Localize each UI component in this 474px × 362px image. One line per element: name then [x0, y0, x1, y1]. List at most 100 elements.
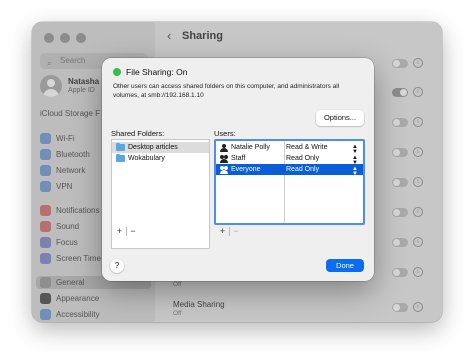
help-button[interactable]: ?	[110, 259, 124, 273]
sidebar-item-sound[interactable]: Sound	[40, 220, 79, 233]
toggle-row-2[interactable]	[392, 88, 408, 97]
media-sharing-label: Media Sharing	[173, 300, 225, 309]
info-icon[interactable]: i	[413, 237, 423, 247]
network-icon	[40, 165, 51, 176]
toggle-row-3[interactable]	[392, 118, 408, 127]
sidebar-item-wifi[interactable]: Wi-Fi	[40, 132, 75, 145]
gear-icon	[40, 277, 51, 288]
sidebar-item-label: Accessibility	[56, 310, 100, 319]
folders-add-remove: + −	[113, 225, 140, 237]
bluetooth-icon	[40, 149, 51, 160]
sheet-title: File Sharing: On	[126, 67, 188, 77]
users-label: Users:	[214, 129, 236, 138]
status-on-indicator	[113, 68, 121, 76]
sidebar-item-label: Bluetooth	[56, 150, 90, 159]
toggle-row-7[interactable]	[392, 238, 408, 247]
appearance-icon	[40, 293, 51, 304]
list-item[interactable]: Desktop articles	[112, 142, 209, 153]
minimize-window-button[interactable]	[60, 33, 70, 43]
file-sharing-sheet: File Sharing: On Other users can access …	[102, 58, 374, 281]
icloud-storage-label: iCloud Storage F	[40, 109, 101, 118]
folder-icon	[116, 153, 125, 162]
toggle-row-5[interactable]	[392, 178, 408, 187]
sidebar-item-network[interactable]: Network	[40, 164, 85, 177]
sidebar-item-notifications[interactable]: Notifications	[40, 204, 100, 217]
remove-user-button[interactable]: −	[230, 226, 243, 236]
table-row[interactable]: Staff Read Only ▲ ▼	[216, 153, 363, 166]
users-table[interactable]: Natalie Polly Read & Write ▲ ▼ Staff Read…	[214, 139, 365, 225]
permission-popup[interactable]: Read Only ▲ ▼	[282, 155, 363, 166]
row-status: Off	[173, 281, 182, 288]
info-icon[interactable]: i	[413, 147, 423, 157]
permission-value: Read Only	[286, 166, 320, 173]
folder-name: Desktop articles	[128, 144, 178, 151]
remove-folder-button[interactable]: −	[127, 226, 140, 236]
permission-value: Read & Write	[286, 144, 328, 151]
toggle-row-6[interactable]	[392, 208, 408, 217]
close-window-button[interactable]	[44, 33, 54, 43]
sidebar-item-appearance[interactable]: Appearance	[40, 292, 99, 305]
info-icon[interactable]: i	[413, 58, 423, 68]
sidebar-item-label: Network	[56, 166, 86, 175]
search-icon: ⌕	[47, 59, 52, 68]
sidebar-item-vpn[interactable]: VPN	[40, 180, 72, 193]
up-down-chevron-icon: ▲ ▼	[352, 166, 358, 177]
sidebar-item-label: Screen Time	[56, 254, 101, 263]
toggle-row-1[interactable]	[392, 59, 408, 68]
users-add-remove: + −	[216, 225, 243, 237]
info-icon[interactable]: i	[413, 117, 423, 127]
folder-icon	[116, 142, 125, 151]
back-chevron-icon[interactable]: ‹	[167, 28, 171, 43]
sidebar-item-label: General	[56, 278, 85, 287]
sidebar-item-bluetooth[interactable]: Bluetooth	[40, 148, 90, 161]
user-name: Natalie Polly	[231, 144, 270, 151]
add-user-button[interactable]: +	[216, 226, 229, 236]
sidebar-item-focus[interactable]: Focus	[40, 236, 78, 249]
accessibility-icon	[40, 309, 51, 320]
sidebar-item-label: Wi-Fi	[56, 134, 75, 143]
media-sharing-status: Off	[173, 310, 182, 317]
table-row[interactable]: Everyone Read Only ▲ ▼	[216, 164, 363, 177]
options-button[interactable]: Options...	[316, 110, 364, 126]
list-item[interactable]: Wokabulary	[112, 153, 209, 164]
user-name: Everyone	[231, 166, 261, 173]
notifications-icon	[40, 205, 51, 216]
permission-popup[interactable]: Read Only ▲ ▼	[282, 166, 363, 177]
info-icon[interactable]: i	[413, 87, 423, 97]
shared-folders-label: Shared Folders:	[111, 129, 165, 138]
add-folder-button[interactable]: +	[113, 226, 126, 236]
info-icon[interactable]: i	[413, 207, 423, 217]
table-row[interactable]: Natalie Polly Read & Write ▲ ▼	[216, 142, 363, 155]
screen-time-icon	[40, 253, 51, 264]
wifi-icon	[40, 133, 51, 144]
avatar[interactable]	[40, 75, 62, 97]
toggle-row-8[interactable]	[392, 268, 408, 277]
folder-name: Wokabulary	[128, 155, 165, 162]
info-icon[interactable]: i	[413, 302, 423, 312]
account-name: Natasha	[68, 77, 100, 86]
focus-icon	[40, 237, 51, 248]
permission-popup[interactable]: Read & Write ▲ ▼	[282, 144, 363, 155]
info-icon[interactable]: i	[413, 177, 423, 187]
sound-icon	[40, 221, 51, 232]
search-placeholder: Search	[60, 56, 86, 65]
sidebar-item-label: Focus	[56, 238, 78, 247]
permission-value: Read Only	[286, 155, 320, 162]
vpn-icon	[40, 181, 51, 192]
sharing-description: Other users can access shared folders on…	[113, 83, 340, 99]
sidebar-item-accessibility[interactable]: Accessibility	[40, 308, 100, 321]
everyone-icon	[220, 165, 228, 174]
sidebar-item-screen-time[interactable]: Screen Time	[40, 252, 101, 265]
page-title: Sharing	[182, 30, 223, 42]
user-name: Staff	[231, 155, 246, 162]
sidebar-item-label: Notifications	[56, 206, 100, 215]
group-icon	[220, 154, 228, 163]
info-icon[interactable]: i	[413, 267, 423, 277]
zoom-window-button[interactable]	[76, 33, 86, 43]
media-sharing-toggle[interactable]	[392, 303, 408, 312]
sidebar-item-label: Sound	[56, 222, 80, 231]
sidebar-item-label: Appearance	[56, 294, 100, 303]
toggle-row-4[interactable]	[392, 148, 408, 157]
person-icon	[220, 143, 228, 152]
done-button[interactable]: Done	[326, 259, 364, 272]
